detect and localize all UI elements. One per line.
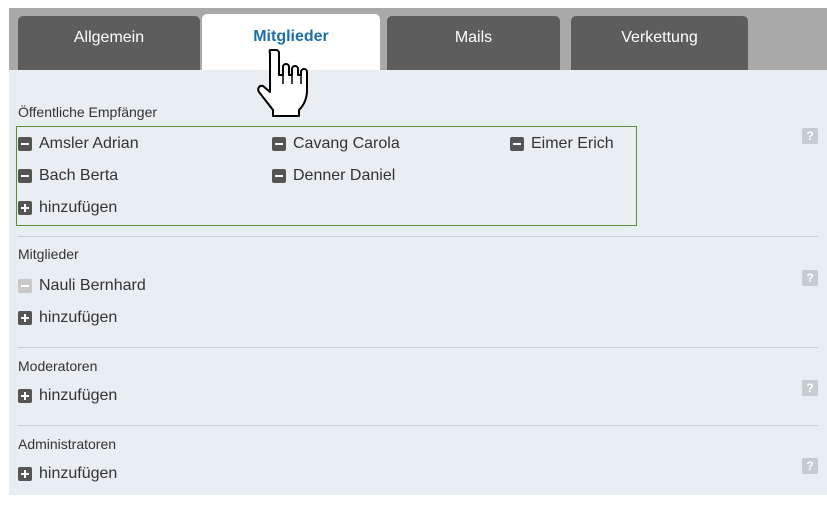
add-label: hinzufügen	[39, 309, 118, 326]
member-name: Denner Daniel	[293, 167, 396, 184]
tab-verkettung[interactable]: Verkettung	[571, 16, 748, 70]
add-label: hinzufügen	[39, 465, 118, 482]
add-label: hinzufügen	[39, 199, 118, 216]
add-member-button[interactable]: hinzufügen	[18, 309, 117, 327]
section-title-administrators: Administratoren	[18, 436, 117, 452]
hand-pointer-cursor-icon	[257, 49, 308, 117]
plus-icon	[18, 389, 32, 403]
plus-icon	[18, 311, 32, 325]
add-public-recipient-button[interactable]: hinzufügen	[18, 199, 117, 217]
plus-icon	[18, 201, 32, 215]
member-name: Amsler Adrian	[39, 135, 139, 152]
tab-allgemein[interactable]: Allgemein	[18, 16, 200, 70]
member-entry: Nauli Bernhard	[18, 277, 146, 295]
divider	[18, 236, 818, 237]
tab-bar: Allgemein Mitglieder Mails Verkettung	[9, 8, 827, 72]
section-title-public-recipients: Öffentliche Empfänger	[18, 104, 158, 120]
minus-icon[interactable]	[18, 169, 32, 183]
help-icon[interactable]: ?	[802, 458, 818, 474]
member-entry[interactable]: Amsler Adrian	[18, 135, 139, 153]
add-administrator-button[interactable]: hinzufügen	[18, 465, 117, 483]
minus-icon	[18, 279, 32, 293]
add-label: hinzufügen	[39, 387, 118, 404]
section-title-members: Mitglieder	[18, 246, 79, 262]
tab-mails[interactable]: Mails	[387, 16, 560, 70]
minus-icon[interactable]	[272, 169, 286, 183]
member-name: Eimer Erich	[531, 135, 614, 152]
member-entry[interactable]: Denner Daniel	[272, 167, 395, 185]
member-name: Cavang Carola	[293, 135, 400, 152]
member-entry[interactable]: Bach Berta	[18, 167, 118, 185]
member-name: Nauli Bernhard	[39, 277, 146, 294]
divider	[18, 425, 818, 426]
help-icon[interactable]: ?	[802, 128, 818, 144]
plus-icon	[18, 467, 32, 481]
minus-icon[interactable]	[272, 137, 286, 151]
help-icon[interactable]: ?	[802, 380, 818, 396]
member-entry[interactable]: Eimer Erich	[510, 135, 614, 153]
section-title-moderators: Moderatoren	[18, 358, 98, 374]
member-name: Bach Berta	[39, 167, 119, 184]
minus-icon[interactable]	[510, 137, 524, 151]
divider	[18, 347, 818, 348]
help-icon[interactable]: ?	[802, 270, 818, 286]
add-moderator-button[interactable]: hinzufügen	[18, 387, 117, 405]
minus-icon[interactable]	[18, 137, 32, 151]
member-entry[interactable]: Cavang Carola	[272, 135, 400, 153]
